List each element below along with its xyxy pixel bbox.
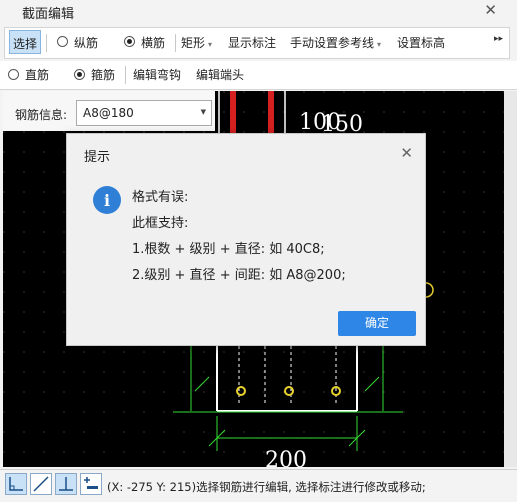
chevron-down-icon: ▾ <box>208 40 213 49</box>
toolbar-divider <box>46 34 47 52</box>
rect-dropdown[interactable]: 矩形 ▾ <box>181 34 212 51</box>
snap-vertical-button[interactable] <box>55 473 77 495</box>
chevron-down-icon: ▾ <box>377 40 382 49</box>
dimension-text-bottom: 200 <box>265 448 307 467</box>
rebar-info-label: 钢筋信息: <box>15 108 68 122</box>
manual-reference-line-dropdown[interactable]: 手动设置参考线 ▾ <box>290 34 381 51</box>
chevron-down-icon: ▼ <box>200 108 206 116</box>
snap-corner-icon <box>9 477 23 491</box>
edit-end-button[interactable]: 编辑端头 <box>196 66 244 83</box>
dialog-message-line: 1.根数 + 级别 + 直径: 如 40C8; <box>132 242 325 257</box>
prompt-dialog: 提示 ✕ i 格式有误: 此框支持: 1.根数 + 级别 + 直径: 如 40C… <box>66 133 426 346</box>
toolbar-divider <box>125 66 126 84</box>
status-text: (X: -275 Y: 215)选择钢筋进行编辑, 选择标注进行修改或移动; <box>107 480 426 494</box>
window-title: 截面编辑 <box>22 7 75 22</box>
rebar-info-panel: 钢筋信息: A8@180 ▼ <box>3 91 215 131</box>
red-rebar-right <box>268 91 274 135</box>
red-rebar-left <box>230 91 236 135</box>
radio-longitudinal[interactable] <box>57 36 68 47</box>
title-bar: 截面编辑 ✕ <box>0 0 517 22</box>
dialog-message-line: 2.级别 + 直径 + 间距: 如 A8@200; <box>132 268 346 283</box>
toolbar-secondary: 直筋 箍筋 编辑弯钩 编辑端头 <box>0 61 517 90</box>
snap-diagonal-icon <box>33 476 49 492</box>
dialog-title: 提示 <box>84 150 111 165</box>
toolbar-primary: 选择 纵筋 横筋 矩形 ▾ 显示标注 手动设置参考线 ▾ 设置标高 ▸▸ <box>4 27 510 59</box>
right-panel-strip <box>504 91 517 467</box>
select-button-label: 选择 <box>13 37 38 51</box>
radio-stirrup[interactable] <box>74 69 85 80</box>
radio-stirrup-label[interactable]: 箍筋 <box>91 66 115 83</box>
radio-transverse[interactable] <box>124 36 135 47</box>
rebar-info-select[interactable]: A8@180 ▼ <box>76 100 212 126</box>
add-snap-icon <box>84 477 98 489</box>
info-icon-glyph: i <box>103 191 111 210</box>
window-close-icon[interactable]: ✕ <box>484 1 497 19</box>
info-icon: i <box>93 186 121 214</box>
rect-dropdown-label: 矩形 <box>181 36 206 50</box>
radio-transverse-label[interactable]: 横筋 <box>141 34 165 51</box>
snap-add-button[interactable] <box>80 473 102 495</box>
radio-straight[interactable] <box>8 69 19 80</box>
toolbar-divider <box>175 34 176 52</box>
ok-button[interactable]: 确定 <box>338 311 416 336</box>
edit-hook-button[interactable]: 编辑弯钩 <box>133 66 181 83</box>
show-dimension-button[interactable]: 显示标注 <box>228 34 276 51</box>
dialog-message-line: 格式有误: <box>132 190 189 205</box>
select-button[interactable]: 选择 <box>9 30 41 54</box>
radio-straight-label[interactable]: 直筋 <box>25 66 49 83</box>
snap-perpendicular-button[interactable] <box>5 473 27 495</box>
manual-reference-line-label: 手动设置参考线 <box>290 36 375 50</box>
dialog-close-icon[interactable]: ✕ <box>400 144 413 162</box>
toolbar-overflow-icon[interactable]: ▸▸ <box>494 34 503 44</box>
set-elevation-button[interactable]: 设置标高 <box>397 34 445 51</box>
section-editor-window: 截面编辑 ✕ 选择 纵筋 横筋 矩形 ▾ 显示标注 手动设置参考线 ▾ 设置标高 ▸… <box>0 0 517 502</box>
snap-angle-button[interactable] <box>30 473 52 495</box>
dialog-message-line: 此框支持: <box>132 216 189 231</box>
snap-perpendicular-icon <box>59 477 73 491</box>
status-bar: (X: -275 Y: 215)选择钢筋进行编辑, 选择标注进行修改或移动; <box>0 469 517 502</box>
rebar-info-value: A8@180 <box>83 106 134 120</box>
radio-longitudinal-label[interactable]: 纵筋 <box>74 34 98 51</box>
